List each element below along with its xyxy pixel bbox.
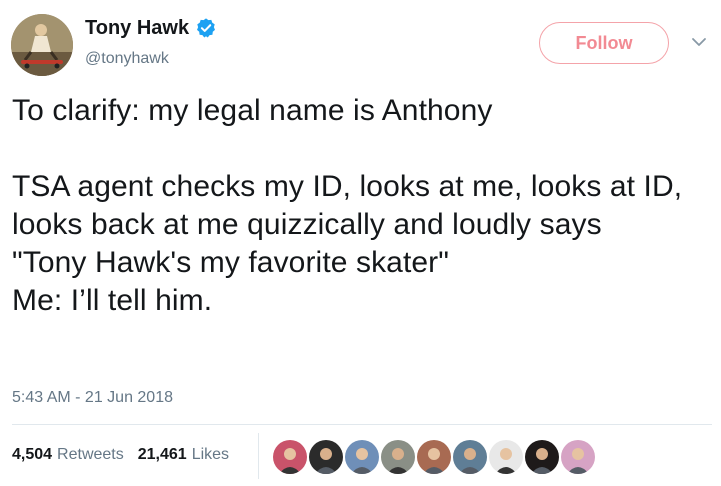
tweet-card: Tony Hawk @tonyhawk Follow To clarify: m… [0, 0, 721, 486]
profile-photo [11, 14, 73, 76]
tweet-timestamp[interactable]: 5:43 AM - 21 Jun 2018 [12, 389, 173, 407]
retweets-label: Retweets [57, 446, 124, 463]
liker-avatars [273, 440, 597, 474]
liker-avatar-4[interactable] [381, 440, 415, 474]
chevron-down-icon[interactable] [690, 33, 708, 51]
tweet-line: To clarify: my legal name is Anthony [12, 94, 493, 127]
tweet-text: To clarify: my legal name is Anthony TSA… [12, 92, 712, 320]
liker-avatar-5[interactable] [417, 440, 451, 474]
likes-stat[interactable]: 21,461 Likes [138, 446, 229, 464]
name-row: Tony Hawk [85, 16, 217, 40]
display-name[interactable]: Tony Hawk [85, 16, 189, 40]
liker-avatar-1[interactable] [273, 440, 307, 474]
liker-avatar-6[interactable] [453, 440, 487, 474]
liker-avatar-7[interactable] [489, 440, 523, 474]
liker-avatar-3[interactable] [345, 440, 379, 474]
stats-divider [12, 424, 712, 425]
user-handle[interactable]: @tonyhawk [85, 49, 169, 69]
profile-avatar[interactable] [11, 14, 73, 76]
retweets-count: 4,504 [12, 446, 53, 463]
verified-badge-icon [197, 18, 216, 38]
tweet-stats: 4,504 Retweets 21,461 Likes [12, 446, 243, 464]
liker-avatar-2[interactable] [309, 440, 343, 474]
tweet-line: Me: I’ll tell him. [12, 284, 213, 317]
retweets-stat[interactable]: 4,504 Retweets [12, 446, 124, 464]
liker-avatar-9[interactable] [561, 440, 595, 474]
likes-label: Likes [191, 446, 230, 463]
likes-count: 21,461 [137, 446, 187, 463]
tweet-line: "Tony Hawk's my favorite skater" [12, 246, 450, 279]
follow-button[interactable]: Follow [539, 22, 669, 64]
stats-separator [258, 433, 259, 479]
tweet-line: TSA agent checks my ID, looks at me, loo… [12, 170, 683, 241]
liker-avatar-8[interactable] [525, 440, 559, 474]
